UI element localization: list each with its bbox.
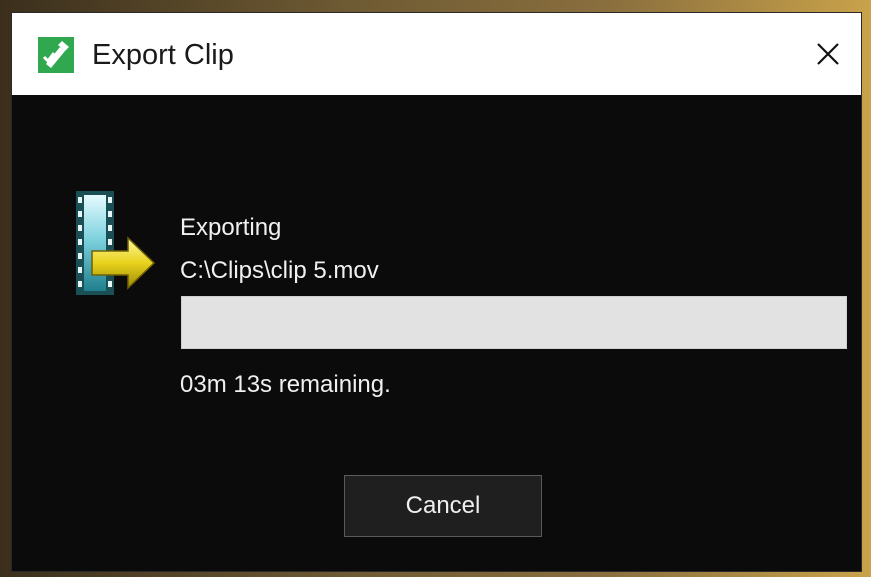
window-title: Export Clip <box>92 39 234 71</box>
cancel-button[interactable]: Cancel <box>344 475 542 537</box>
export-file-path: C:\Clips\clip 5.mov <box>180 257 379 284</box>
export-clip-dialog: Export Clip Exporting C:\Clips\clip 5.mo… <box>11 12 862 572</box>
export-status-label: Exporting <box>180 214 282 241</box>
export-progress-bar <box>181 296 847 349</box>
dialog-body: Exporting C:\Clips\clip 5.mov 03m 13s re… <box>12 95 861 571</box>
title-bar[interactable]: Export Clip <box>12 13 861 95</box>
time-remaining: 03m 13s remaining. <box>180 371 391 398</box>
clapperboard-check-icon <box>38 37 74 73</box>
close-icon <box>817 43 839 65</box>
film-export-arrow-icon <box>62 191 162 301</box>
close-button[interactable] <box>795 13 861 95</box>
